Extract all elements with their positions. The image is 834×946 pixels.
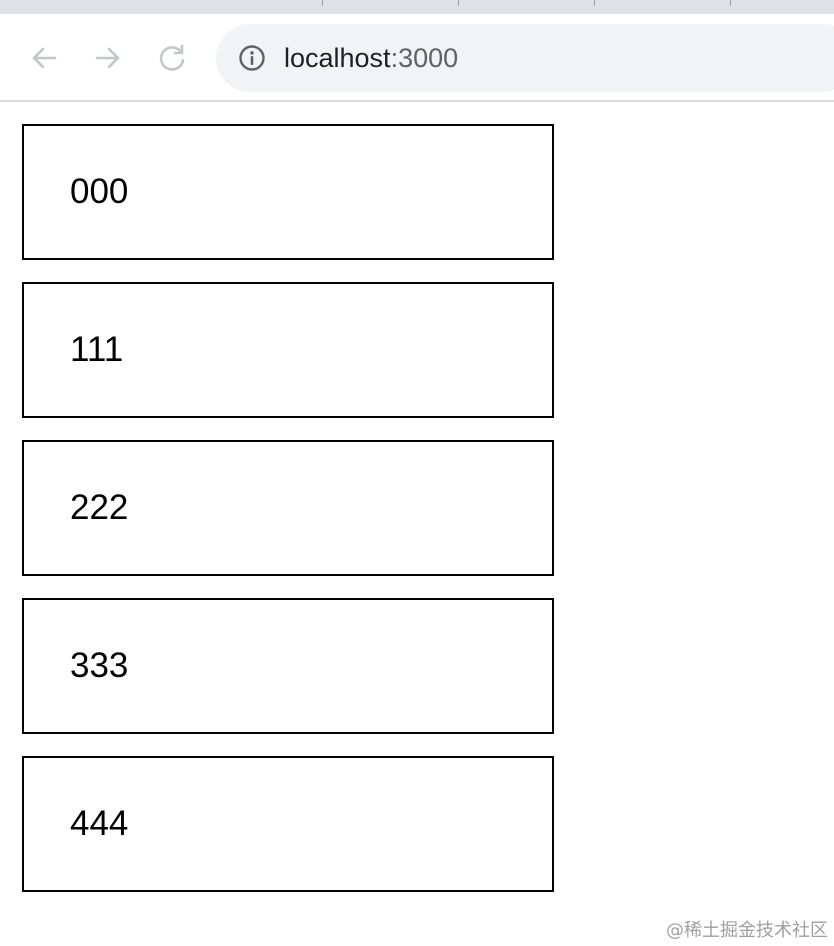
- reload-icon: [159, 44, 185, 71]
- tab-separator: [594, 0, 595, 6]
- address-bar[interactable]: localhost:3000: [216, 24, 834, 92]
- back-button[interactable]: [26, 40, 62, 76]
- url-port: :3000: [390, 43, 459, 73]
- list-item-label: 000: [70, 172, 129, 211]
- list-item-label: 222: [70, 488, 129, 527]
- reload-button[interactable]: [154, 40, 190, 76]
- tab-separator: [322, 0, 323, 6]
- list-item-label: 444: [70, 804, 129, 843]
- item-list: 000 111 222 333 444: [22, 124, 554, 914]
- watermark: @稀土掘金技术社区: [666, 920, 828, 941]
- list-item: 000: [22, 124, 554, 260]
- browser-toolbar: localhost:3000: [0, 14, 834, 100]
- forward-button[interactable]: [90, 40, 126, 76]
- tab-separator: [458, 0, 459, 6]
- tab-strip: [0, 0, 834, 14]
- info-icon[interactable]: [238, 44, 266, 72]
- tab-separator: [730, 0, 731, 6]
- toolbar-divider: [0, 100, 834, 102]
- list-item: 333: [22, 598, 554, 734]
- list-item-label: 111: [70, 330, 124, 369]
- arrow-right-icon: [95, 47, 120, 69]
- arrow-left-icon: [32, 47, 57, 69]
- list-item: 444: [22, 756, 554, 892]
- list-item: 222: [22, 440, 554, 576]
- url-text[interactable]: localhost:3000: [284, 39, 458, 77]
- url-host: localhost: [284, 43, 391, 73]
- list-item-label: 333: [70, 646, 129, 685]
- list-item: 111: [22, 282, 554, 418]
